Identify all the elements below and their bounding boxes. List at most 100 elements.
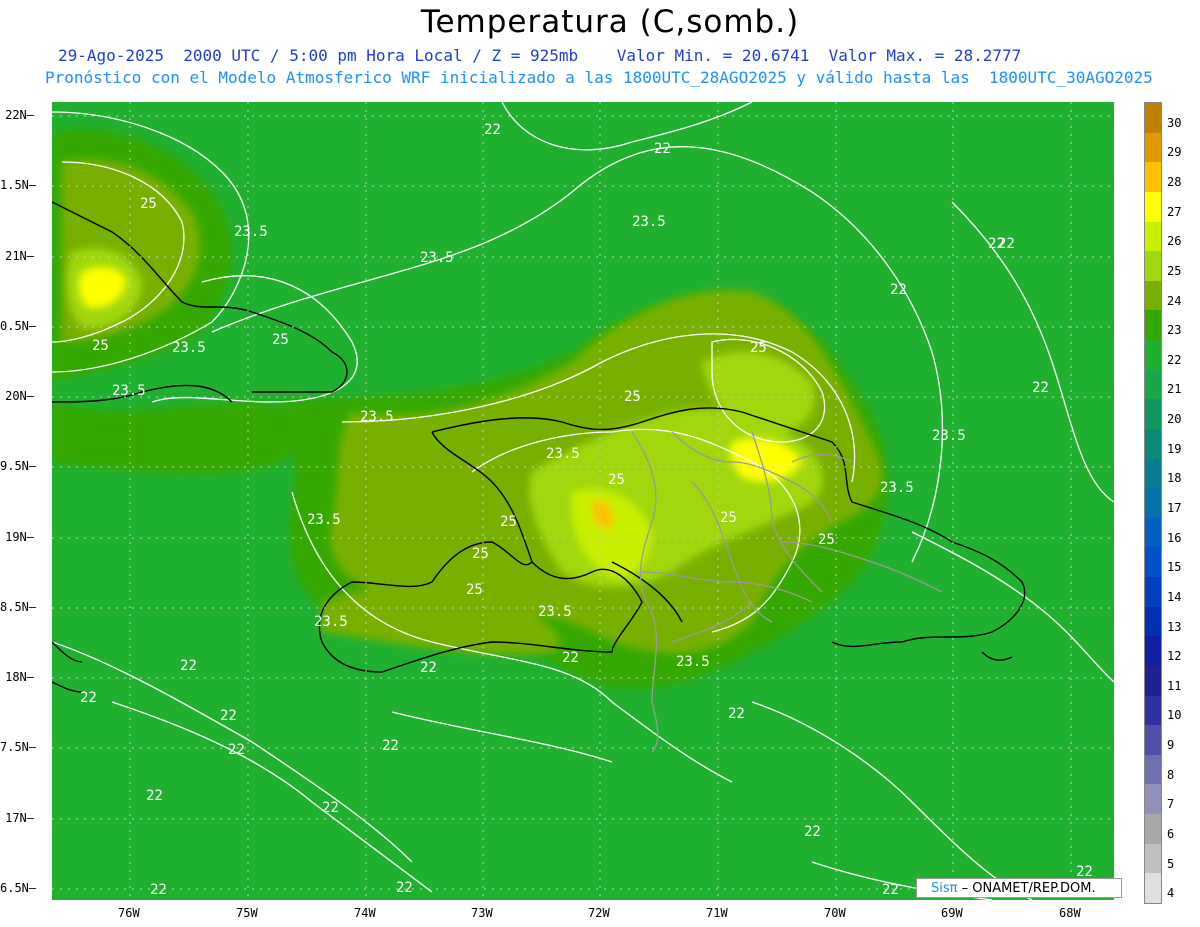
contour-label: 22 — [654, 141, 671, 157]
contour-label: 22 — [220, 708, 237, 724]
contour-label: 23.5 — [172, 340, 206, 356]
colorbar-label: 6 — [1167, 826, 1175, 841]
credit-box: Sisπ – ONAMET/REP.DOM. — [916, 878, 1122, 898]
colorbar-label: 18 — [1167, 471, 1182, 486]
sispi-logo: Sisπ — [931, 881, 958, 896]
colorbar-swatch — [1145, 428, 1161, 459]
contour-label: 25 — [472, 546, 489, 562]
colorbar-swatch — [1145, 547, 1161, 577]
x-axis-tick-label: 70W — [824, 906, 846, 920]
colorbar-swatch — [1145, 191, 1161, 222]
contour-label: 22 — [420, 660, 437, 676]
colorbar-swatch — [1145, 369, 1161, 400]
colorbar-swatch — [1145, 458, 1161, 489]
colorbar-label: 23 — [1167, 323, 1182, 338]
colorbar-swatch — [1145, 310, 1161, 340]
x-axis-tick-label: 73W — [471, 906, 493, 920]
y-axis-tick-label: 1.5N‒ — [0, 178, 37, 192]
contour-label: 22 — [484, 122, 501, 138]
colorbar-swatch — [1145, 873, 1161, 903]
colorbar-swatch — [1145, 665, 1161, 696]
colorbar-label: 17 — [1167, 501, 1182, 515]
contour-label: 23.5 — [880, 480, 914, 496]
contour-label: 23.5 — [314, 614, 348, 630]
colorbar-swatch — [1145, 251, 1161, 281]
contour-label: 22 — [322, 800, 339, 816]
colorbar-label: 9 — [1167, 738, 1175, 753]
colorbar-label: 10 — [1167, 708, 1182, 723]
contour-label: 23.5 — [420, 250, 454, 266]
contour-label: 25 — [92, 338, 109, 354]
colorbar-label: 24 — [1167, 293, 1182, 308]
y-axis-tick-label: 21N‒ — [5, 249, 34, 263]
colorbar-label: 30 — [1167, 115, 1182, 130]
y-axis-tick-label: 9.5N‒ — [0, 459, 37, 473]
contour-label: 22 — [146, 788, 163, 804]
y-axis-tick-label: 18N‒ — [5, 670, 34, 684]
contour-label: 23.5 — [676, 654, 710, 670]
contour-label: 25 — [624, 389, 641, 405]
colorbar-swatch — [1145, 784, 1161, 814]
contour-label: 25 — [720, 510, 737, 526]
colorbar-label: 11 — [1167, 678, 1182, 693]
colorbar-label: 15 — [1167, 560, 1182, 575]
y-axis-tick-label: 22N‒ — [5, 108, 34, 122]
colorbar-label: 7 — [1167, 797, 1175, 812]
contour-label: 22 — [890, 282, 907, 298]
colorbar-swatch — [1145, 488, 1161, 518]
contour-label: 22 — [396, 880, 413, 896]
colorbar-label: 28 — [1167, 175, 1182, 190]
x-axis-tick-label: 69W — [941, 906, 963, 920]
contour-label: 23.5 — [112, 383, 146, 399]
colorbar-label: 21 — [1167, 382, 1182, 397]
contour-label: 22 — [80, 690, 97, 706]
contour-label: 23.5 — [932, 428, 966, 444]
contour-label: 22 — [1032, 380, 1049, 396]
colorbar-swatch — [1145, 280, 1161, 311]
colorbar-swatch — [1145, 606, 1161, 637]
contour-label: 25 — [818, 532, 835, 548]
subtitle-model-info: Pronóstico con el Modelo Atmosferico WRF… — [45, 68, 1153, 87]
y-axis-tick-label: 7.5N‒ — [0, 740, 37, 754]
colorbar-swatch — [1145, 399, 1161, 429]
temperature-map: 25 23.5 22 22 23.5 23.5 25 23.5 25 22 22… — [52, 102, 1114, 900]
contour-label: 22 — [562, 650, 579, 666]
y-axis-tick-label: 8.5N‒ — [0, 600, 37, 614]
y-axis-tick-label: 19N‒ — [5, 530, 34, 544]
colorbar-swatch — [1145, 577, 1161, 607]
colorbar-label: 8 — [1167, 767, 1175, 782]
contour-label: 23.5 — [234, 224, 268, 240]
colorbar-label: 27 — [1167, 204, 1182, 219]
colorbar-label: 22 — [1167, 352, 1182, 367]
colorbar-swatch — [1145, 843, 1161, 874]
y-axis-tick-label: 17N‒ — [5, 811, 34, 825]
colorbar-label: 14 — [1167, 589, 1182, 604]
contour-label: 23.5 — [538, 604, 572, 620]
colorbar-swatch — [1145, 636, 1161, 666]
contour-label: 22 — [728, 706, 745, 722]
colorbar-swatch — [1145, 162, 1161, 192]
contour-label: 22 — [988, 236, 1005, 252]
colorbar-label: 5 — [1167, 856, 1175, 871]
colorbar-label: 26 — [1167, 234, 1182, 249]
colorbar-label: 12 — [1167, 649, 1182, 664]
x-axis-tick-label: 75W — [236, 906, 258, 920]
colorbar — [1144, 102, 1162, 904]
colorbar-label: 13 — [1167, 619, 1182, 634]
contour-label: 23.5 — [307, 512, 341, 528]
contour-label: 23.5 — [360, 409, 394, 425]
contour-label: 25 — [750, 340, 767, 356]
colorbar-swatch — [1145, 754, 1161, 785]
x-axis-tick-label: 74W — [354, 906, 376, 920]
contour-label: 23.5 — [546, 446, 580, 462]
x-axis-tick-label: 76W — [118, 906, 140, 920]
colorbar-swatch — [1145, 132, 1161, 163]
colorbar-swatch — [1145, 695, 1161, 726]
map-title: Temperatura (C,somb.) — [420, 4, 800, 40]
colorbar-swatch — [1145, 517, 1161, 548]
colorbar-swatch — [1145, 814, 1161, 844]
colorbar-swatch — [1145, 103, 1161, 133]
colorbar-label: 4 — [1167, 886, 1175, 901]
y-axis-tick-label: 6.5N‒ — [0, 881, 37, 895]
x-axis-tick-label: 71W — [706, 906, 728, 920]
